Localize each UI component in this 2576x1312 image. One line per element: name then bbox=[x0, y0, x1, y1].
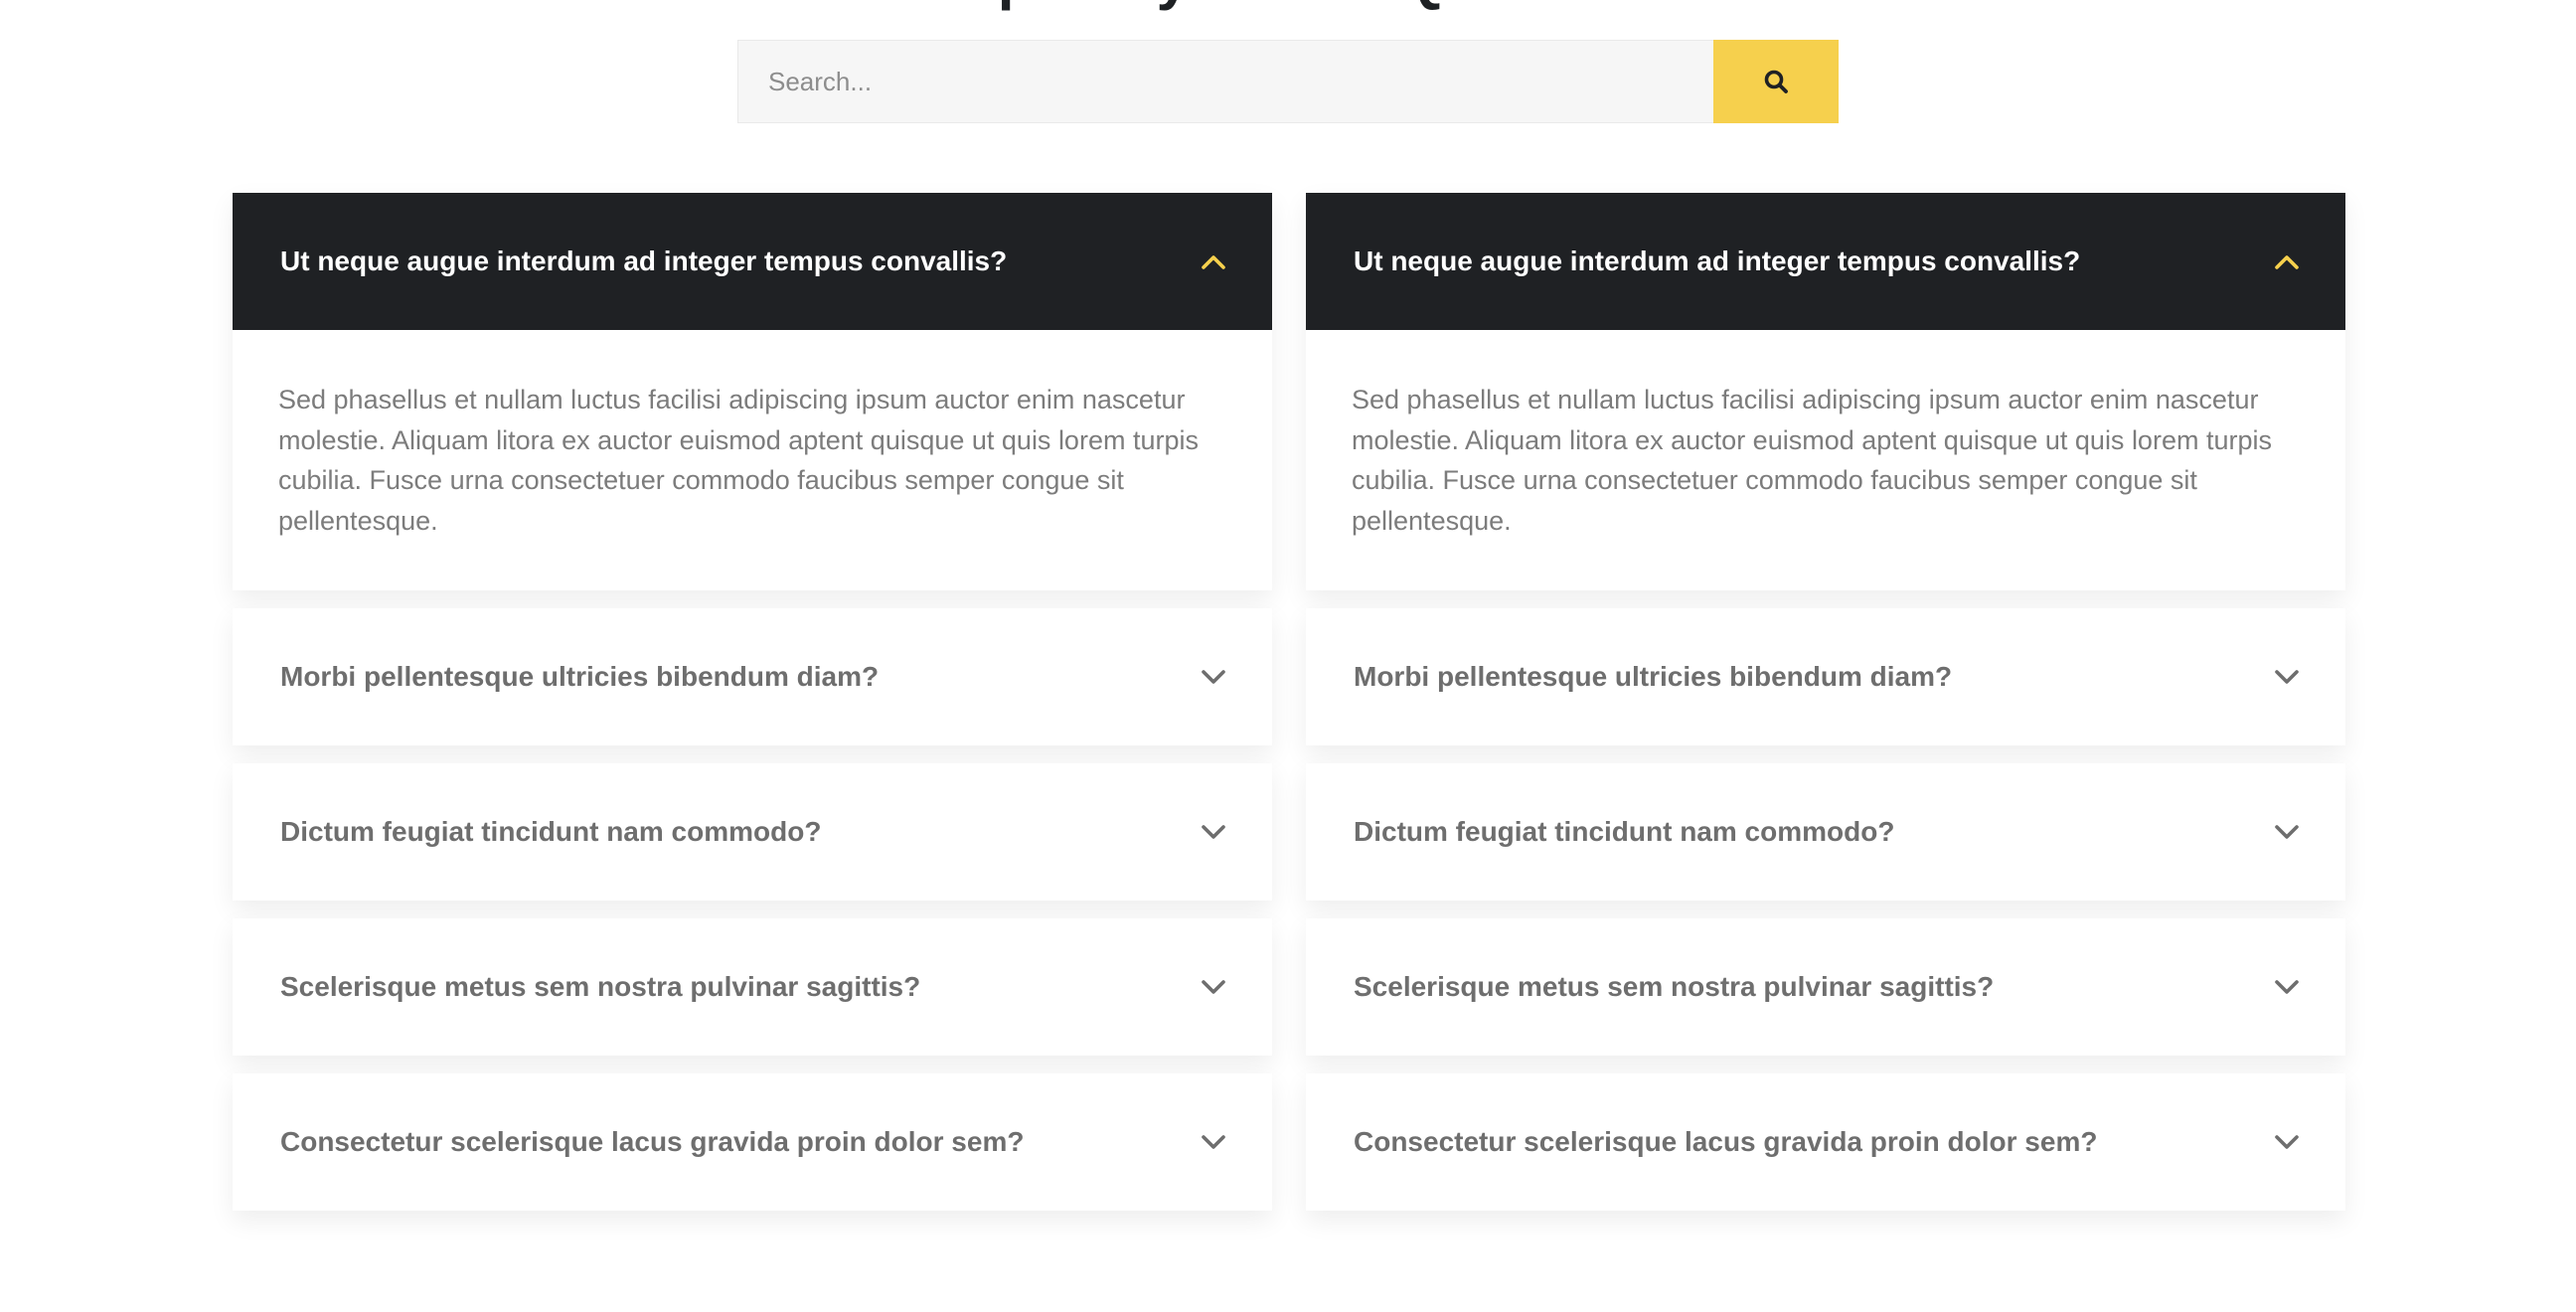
faq-question-toggle[interactable]: Ut neque augue interdum ad integer tempu… bbox=[233, 193, 1272, 330]
faq-question-toggle[interactable]: Ut neque augue interdum ad integer tempu… bbox=[1306, 193, 2345, 330]
faq-item: Scelerisque metus sem nostra pulvinar sa… bbox=[233, 918, 1272, 1056]
chevron-up-icon bbox=[2275, 255, 2299, 269]
faq-item: Morbi pellentesque ultricies bibendum di… bbox=[233, 608, 1272, 745]
chevron-down-icon bbox=[1202, 980, 1225, 994]
faq-item: Dictum feugiat tincidunt nam commodo? bbox=[233, 763, 1272, 901]
faq-question-toggle[interactable]: Scelerisque metus sem nostra pulvinar sa… bbox=[233, 918, 1272, 1056]
faq-question: Scelerisque metus sem nostra pulvinar sa… bbox=[280, 971, 921, 1002]
faq-question: Morbi pellentesque ultricies bibendum di… bbox=[1354, 661, 1953, 692]
chevron-down-icon bbox=[1202, 1135, 1225, 1149]
faq-question-toggle[interactable]: Consectetur scelerisque lacus gravida pr… bbox=[1306, 1073, 2345, 1211]
faq-item: Consectetur scelerisque lacus gravida pr… bbox=[233, 1073, 1272, 1211]
faq-question: Morbi pellentesque ultricies bibendum di… bbox=[280, 661, 880, 692]
faq-question-toggle[interactable]: Consectetur scelerisque lacus gravida pr… bbox=[233, 1073, 1272, 1211]
faq-answer: Sed phasellus et nullam luctus facilisi … bbox=[278, 385, 1199, 536]
chevron-down-icon bbox=[2275, 1135, 2299, 1149]
faq-question: Ut neque augue interdum ad integer tempu… bbox=[280, 246, 1008, 276]
faq-item: Ut neque augue interdum ad integer tempu… bbox=[1306, 193, 2345, 590]
faq-question: Dictum feugiat tincidunt nam commodo? bbox=[280, 816, 822, 847]
chevron-down-icon bbox=[2275, 825, 2299, 839]
chevron-down-icon bbox=[1202, 825, 1225, 839]
chevron-down-icon bbox=[2275, 980, 2299, 994]
faq-item: Consectetur scelerisque lacus gravida pr… bbox=[1306, 1073, 2345, 1211]
search-input[interactable] bbox=[737, 40, 1713, 123]
faq-column-left: Ut neque augue interdum ad integer tempu… bbox=[233, 193, 1272, 1211]
chevron-down-icon bbox=[2275, 670, 2299, 684]
faq-answer: Sed phasellus et nullam luctus facilisi … bbox=[1352, 385, 2272, 536]
faq-question-toggle[interactable]: Morbi pellentesque ultricies bibendum di… bbox=[233, 608, 1272, 745]
chevron-up-icon bbox=[1202, 255, 1225, 269]
faq-item: Dictum feugiat tincidunt nam commodo? bbox=[1306, 763, 2345, 901]
faq-question: Dictum feugiat tincidunt nam commodo? bbox=[1354, 816, 1895, 847]
faq-question-toggle[interactable]: Dictum feugiat tincidunt nam commodo? bbox=[1306, 763, 2345, 901]
search-button[interactable] bbox=[1713, 40, 1839, 123]
faq-question-toggle[interactable]: Morbi pellentesque ultricies bibendum di… bbox=[1306, 608, 2345, 745]
search-bar bbox=[737, 40, 1839, 123]
faq-item: Ut neque augue interdum ad integer tempu… bbox=[233, 193, 1272, 590]
faq-question: Ut neque augue interdum ad integer tempu… bbox=[1354, 246, 2081, 276]
faq-question-toggle[interactable]: Scelerisque metus sem nostra pulvinar sa… bbox=[1306, 918, 2345, 1056]
faq-page: Frequently Asked Questions Ut neque augu… bbox=[0, 0, 2576, 1312]
faq-question: Consectetur scelerisque lacus gravida pr… bbox=[1354, 1126, 2098, 1157]
chevron-down-icon bbox=[1202, 670, 1225, 684]
faq-question: Scelerisque metus sem nostra pulvinar sa… bbox=[1354, 971, 1995, 1002]
faq-item: Morbi pellentesque ultricies bibendum di… bbox=[1306, 608, 2345, 745]
search-icon bbox=[1764, 70, 1788, 93]
faq-column-right: Ut neque augue interdum ad integer tempu… bbox=[1306, 193, 2345, 1211]
faq-item: Scelerisque metus sem nostra pulvinar sa… bbox=[1306, 918, 2345, 1056]
faq-question-toggle[interactable]: Dictum feugiat tincidunt nam commodo? bbox=[233, 763, 1272, 901]
page-title: Frequently Asked Questions bbox=[0, 0, 2576, 8]
faq-question: Consectetur scelerisque lacus gravida pr… bbox=[280, 1126, 1025, 1157]
